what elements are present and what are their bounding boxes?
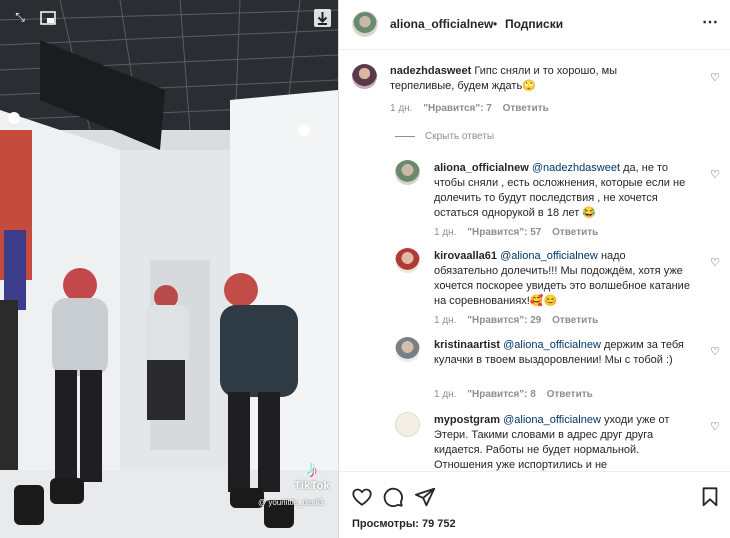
reply-username[interactable]: mypostgram	[434, 414, 500, 426]
reply-likes[interactable]: "Нравится": 29	[467, 315, 541, 326]
reply-text: aliona_officialnew @nadezhdasweet да, не…	[434, 161, 692, 221]
heart-icon[interactable]	[351, 486, 373, 508]
reply-time[interactable]: 1 дн.	[434, 389, 456, 400]
comments-list[interactable]: nadezhdasweet Гипс сняли и то хорошо, мы…	[339, 51, 730, 471]
reply-avatar[interactable]	[395, 337, 420, 362]
author-avatar[interactable]	[352, 11, 378, 37]
reply-username[interactable]: kirovaalla61	[434, 250, 497, 262]
reply-username[interactable]: aliona_officialnew	[434, 162, 529, 174]
reply-mention[interactable]: @nadezhdasweet	[532, 162, 620, 174]
hide-replies-line	[395, 135, 415, 137]
post-header: aliona_officialnew • Подписки ⋯	[339, 0, 730, 50]
reply-meta: 1 дн. "Нравится": 8 Ответить	[434, 389, 601, 400]
hide-replies-label: Скрыть ответы	[425, 131, 495, 142]
post-sidebar: aliona_officialnew • Подписки ⋯ nadezhda…	[338, 0, 730, 538]
like-reply-icon[interactable]: ♡	[709, 257, 721, 269]
picture-in-picture-icon[interactable]	[40, 11, 56, 25]
comment-text: nadezhdasweet Гипс сняли и то хорошо, мы…	[390, 64, 640, 94]
reply-item: aliona_officialnew @nadezhdasweet да, не…	[339, 156, 730, 241]
comment-time[interactable]: 1 дн.	[390, 103, 412, 114]
reply-meta: 1 дн. "Нравится": 57 Ответить	[434, 227, 606, 238]
post-actions: Просмотры: 79 752	[339, 471, 730, 538]
reply-item: kristinaartist @aliona_officialnew держи…	[339, 333, 730, 403]
views-count: Просмотры: 79 752	[352, 518, 456, 530]
like-reply-icon[interactable]: ♡	[709, 421, 721, 433]
comment-likes[interactable]: "Нравится": 7	[423, 103, 492, 114]
more-options-icon[interactable]: ⋯	[702, 12, 719, 32]
tiktok-logo-icon: ♪	[306, 456, 318, 481]
expand-icon[interactable]: ⤡	[12, 10, 28, 26]
like-reply-icon[interactable]: ♡	[709, 346, 721, 358]
comment-item: nadezhdasweet Гипс сняли и то хорошо, мы…	[339, 51, 730, 121]
download-icon[interactable]	[314, 9, 331, 27]
reply-mention[interactable]: @aliona_officialnew	[500, 250, 598, 262]
comment-icon[interactable]	[382, 486, 404, 508]
reply-mention[interactable]: @aliona_officialnew	[503, 339, 601, 351]
hide-replies-button[interactable]: Скрыть ответы	[395, 131, 494, 142]
like-comment-icon[interactable]: ♡	[709, 72, 721, 84]
reply-likes[interactable]: "Нравится": 57	[467, 227, 541, 238]
reply-text: mypostgram @aliona_officialnew уходи уже…	[434, 413, 692, 471]
comment-avatar[interactable]	[352, 64, 377, 89]
reply-avatar[interactable]	[395, 412, 420, 437]
reply-time[interactable]: 1 дн.	[434, 227, 456, 238]
following-button[interactable]: Подписки	[505, 17, 563, 31]
header-separator: •	[493, 17, 498, 31]
comment-username[interactable]: nadezhdasweet	[390, 65, 471, 77]
reply-meta: 1 дн. "Нравится": 29 Ответить	[434, 315, 606, 326]
video-frame	[0, 0, 338, 538]
tiktok-watermark: ♪ TikTok	[290, 456, 334, 493]
bookmark-icon[interactable]	[699, 486, 721, 508]
reply-item: mypostgram @aliona_officialnew уходи уже…	[339, 408, 730, 471]
reply-likes[interactable]: "Нравится": 8	[467, 389, 536, 400]
reply-mention[interactable]: @aliona_officialnew	[503, 414, 601, 426]
reply-text: kristinaartist @aliona_officialnew держи…	[434, 338, 692, 368]
reply-time[interactable]: 1 дн.	[434, 315, 456, 326]
reply-button[interactable]: Ответить	[547, 389, 593, 400]
comment-meta: 1 дн. "Нравится": 7 Ответить	[390, 103, 557, 114]
reply-item: kirovaalla61 @aliona_officialnew надо об…	[339, 244, 730, 329]
share-icon[interactable]	[414, 486, 436, 508]
tiktok-wordmark: TikTok	[294, 480, 330, 492]
reply-button[interactable]: Ответить	[552, 315, 598, 326]
reply-avatar[interactable]	[395, 248, 420, 273]
like-reply-icon[interactable]: ♡	[709, 169, 721, 181]
video-panel[interactable]: ⤡ ♪ TikTok @ yourlittle_devil3	[0, 0, 338, 538]
author-username[interactable]: aliona_officialnew	[390, 17, 493, 31]
reply-button[interactable]: Ответить	[503, 103, 549, 114]
tiktok-handle: @ yourlittle_devil3	[258, 498, 324, 507]
reply-username[interactable]: kristinaartist	[434, 339, 500, 351]
reply-text: kirovaalla61 @aliona_officialnew надо об…	[434, 249, 692, 309]
reply-avatar[interactable]	[395, 160, 420, 185]
reply-button[interactable]: Ответить	[552, 227, 598, 238]
